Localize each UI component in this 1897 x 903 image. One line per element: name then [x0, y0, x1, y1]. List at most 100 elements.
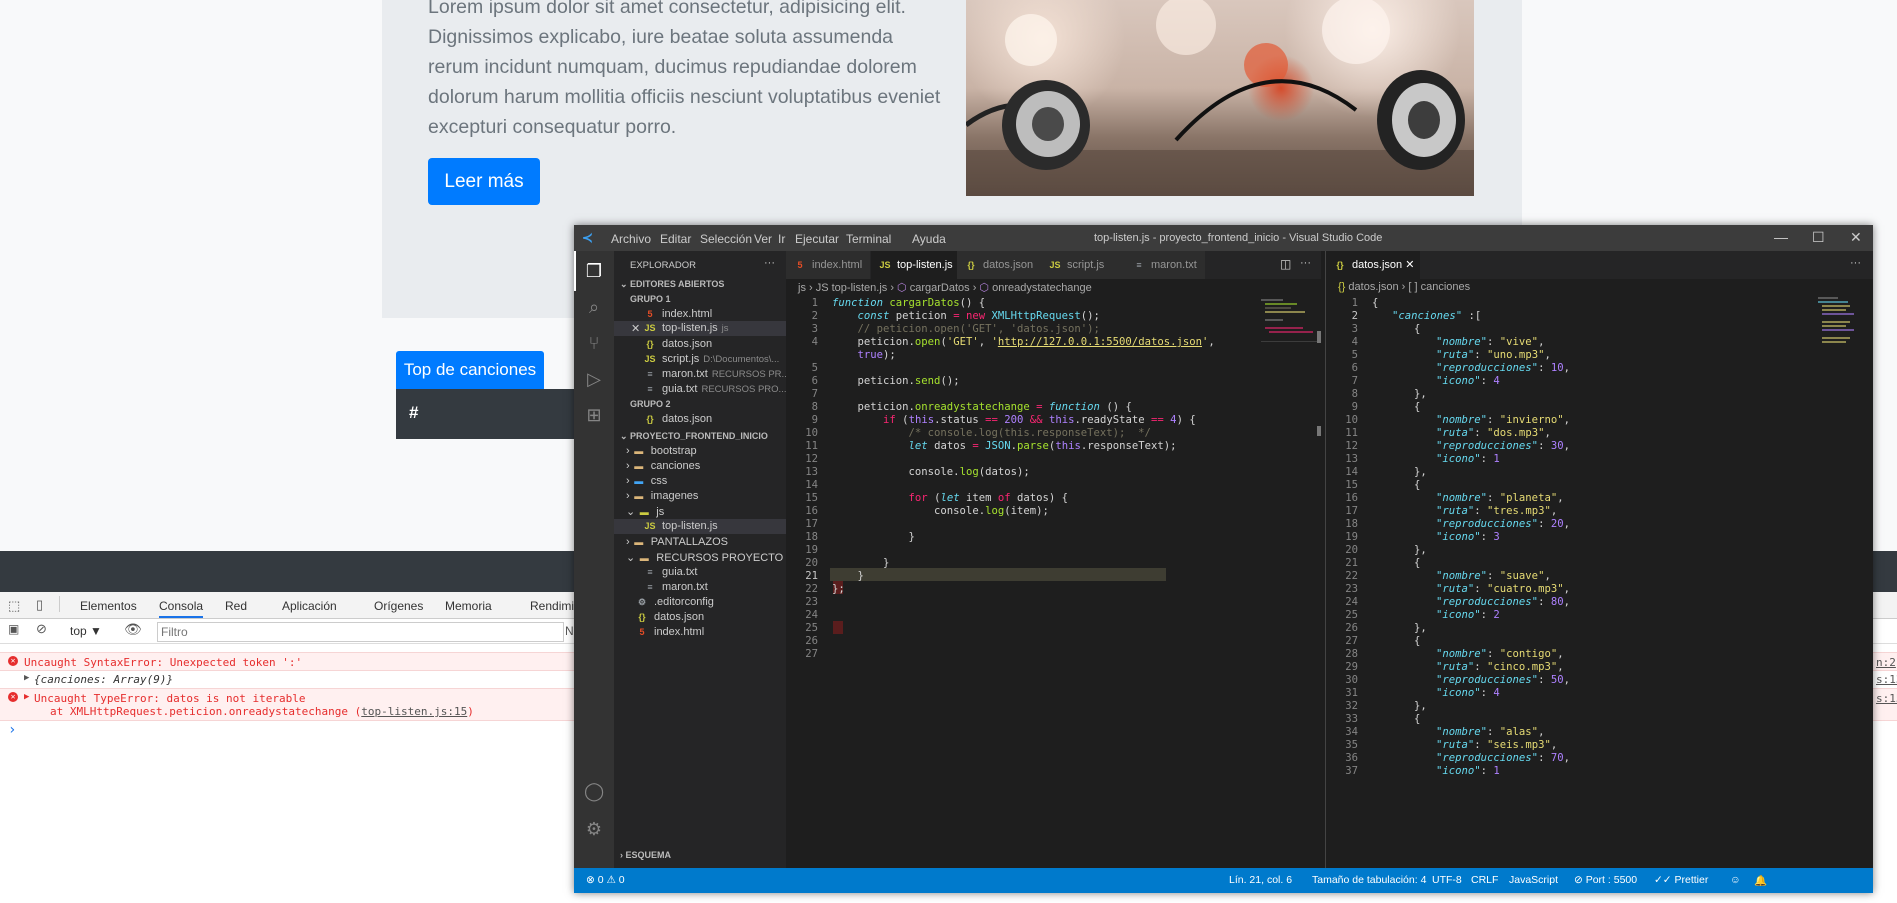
open-editors-header[interactable]: ⌄ EDITORES ABIERTOS	[620, 279, 724, 290]
maximize-icon[interactable]: ☐	[1812, 229, 1825, 246]
menu-ver[interactable]: Ver	[754, 232, 772, 246]
crumb[interactable]: cargarDatos	[910, 282, 970, 294]
run-debug-icon[interactable]: ▷	[584, 369, 604, 389]
open-editor-item[interactable]: {} datos.json	[644, 338, 712, 350]
outline-header[interactable]: › ESQUEMA	[620, 850, 671, 860]
split-editor-icon[interactable]: ◫	[1280, 257, 1291, 271]
crumb[interactable]: onreadystatechange	[992, 282, 1092, 294]
extensions-icon[interactable]: ⊞	[584, 405, 604, 425]
tab-memory[interactable]: Memoria	[445, 599, 492, 613]
error-source-link[interactable]: s:15	[1876, 692, 1897, 705]
tree-file[interactable]: ≡ guia.txt	[644, 566, 697, 578]
stack-source-link[interactable]: top-listen.js:15	[361, 705, 467, 718]
console-filter-input[interactable]	[157, 622, 564, 642]
open-editor-item[interactable]: 5 index.html	[644, 308, 712, 320]
line-ending[interactable]: CRLF	[1471, 874, 1498, 886]
menu-ejecutar[interactable]: Ejecutar	[795, 232, 839, 246]
code-editor[interactable]: 1 2 3 4 5 6 7 8 9 10 11 12 13 14 15 16 17 18 19 20 21 22 23 24 2…	[786, 297, 1266, 857]
open-editor-item[interactable]: {} datos.json	[644, 413, 712, 425]
sidebar-toggle-icon[interactable]: ▣	[8, 622, 19, 636]
expand-arrow-icon[interactable]: ▶	[24, 673, 29, 683]
project-header[interactable]: ⌄ PROYECTO_FRONTEND_INICIO	[620, 431, 768, 442]
tab-elements[interactable]: Elementos	[80, 599, 137, 613]
menu-editar[interactable]: Editar	[660, 232, 691, 246]
menu-seleccion[interactable]: Selección	[700, 232, 752, 246]
menu-ayuda[interactable]: Ayuda	[912, 232, 946, 246]
json-line: "canciones" :[	[1392, 310, 1482, 322]
folder-name: bootstrap	[650, 445, 697, 457]
prettier-status[interactable]: ✓✓ Prettier	[1654, 874, 1708, 886]
search-icon[interactable]: ⌕	[584, 297, 604, 317]
read-more-button[interactable]: Leer más	[428, 158, 540, 205]
expand-arrow-icon[interactable]: ▶	[24, 692, 29, 702]
json-editor[interactable]: 1 {2 "canciones" :[3 {4 "nombre": "vive", 5 "r…	[1326, 297, 1796, 857]
tree-folder[interactable]: › ▬ PANTALLAZOS	[626, 536, 728, 548]
menu-terminal[interactable]: Terminal	[846, 232, 891, 246]
live-server-port[interactable]: ⊘ Port : 5500	[1574, 874, 1637, 886]
tree-file[interactable]: ⚙ .editorconfig	[636, 596, 714, 608]
crumb[interactable]: js	[798, 282, 806, 294]
clear-console-icon[interactable]: ⊘	[36, 621, 47, 637]
error-source-link[interactable]: n:2	[1876, 656, 1896, 669]
tab-datos-json[interactable]: {} datos.json ✕	[1326, 251, 1421, 279]
menu-ir[interactable]: Ir	[778, 232, 785, 246]
tab-sources[interactable]: Orígenes	[374, 599, 423, 613]
open-editor-item[interactable]: ≡ maron.txt RECURSOS PR...	[644, 368, 789, 380]
scrollbar-thumb[interactable]	[1317, 331, 1321, 343]
top-songs-button[interactable]: Top de canciones	[396, 351, 544, 389]
tree-file[interactable]: ≡ maron.txt	[644, 581, 708, 593]
tree-folder[interactable]: › ▬ imagenes	[626, 490, 698, 502]
inspect-icon[interactable]: ⬚	[8, 598, 20, 614]
open-editor-item[interactable]: JS script.js D:\Documentos\...	[644, 353, 779, 365]
account-icon[interactable]: ◯	[584, 781, 604, 801]
json-file-icon: {}	[638, 612, 646, 622]
tab-application[interactable]: Aplicación	[282, 599, 337, 613]
log-source-link[interactable]: s:13	[1876, 673, 1897, 686]
tree-folder[interactable]: › ▬ canciones	[626, 460, 700, 472]
crumb[interactable]: [ ] canciones	[1408, 281, 1470, 293]
tab-index-html[interactable]: 5 index.html	[786, 251, 871, 279]
tab-datos-json[interactable]: {} datos.json	[957, 251, 1042, 279]
notifications-icon[interactable]: 🔔	[1754, 874, 1767, 887]
source-control-icon[interactable]: ⑂	[584, 333, 604, 353]
tree-folder[interactable]: › ▬ css	[626, 475, 667, 487]
tab-console[interactable]: Consola	[159, 599, 204, 618]
open-editor-item[interactable]: ≡ guia.txt RECURSOS PRO...	[644, 383, 786, 395]
close-icon[interactable]: ✕	[1850, 229, 1862, 246]
close-editor-icon[interactable]: ✕	[631, 322, 640, 335]
tab-maron-txt[interactable]: ≡ maron.txt	[1125, 251, 1206, 279]
tree-folder-open[interactable]: ⌄ ▬ RECURSOS PROYECTO	[626, 551, 783, 564]
tree-folder[interactable]: › ▬ bootstrap	[626, 445, 697, 457]
minimize-icon[interactable]: —	[1774, 229, 1788, 245]
tab-top-listen-js[interactable]: JStop-listen.js ✕	[871, 251, 965, 279]
crumb[interactable]: datos.json	[1348, 281, 1398, 293]
language-mode[interactable]: JavaScript	[1509, 874, 1558, 886]
log-object[interactable]: {canciones: Array(9)}	[34, 673, 173, 686]
tab-size[interactable]: Tamaño de tabulación: 4	[1312, 874, 1426, 886]
device-toggle-icon[interactable]: ▯	[36, 597, 43, 613]
tree-file[interactable]: 5 index.html	[636, 626, 704, 638]
tab-performance[interactable]: Rendimi	[530, 599, 574, 613]
eye-icon[interactable]: 👁	[124, 621, 142, 638]
line-number: 12	[1345, 440, 1358, 452]
tree-folder-open[interactable]: ⌄ ▬ js	[626, 505, 664, 518]
more-actions-icon[interactable]: ···	[1850, 257, 1861, 269]
tree-file[interactable]: {} datos.json	[636, 611, 704, 623]
close-tab-icon[interactable]: ✕	[1405, 259, 1414, 271]
context-select[interactable]: top ▼	[70, 624, 102, 638]
line-number: 16	[805, 505, 818, 517]
menu-archivo[interactable]: Archivo	[611, 232, 651, 246]
more-actions-icon[interactable]: ···	[1300, 257, 1311, 269]
encoding[interactable]: UTF-8	[1432, 874, 1462, 886]
tab-script-js[interactable]: JS script.js	[1041, 251, 1126, 279]
explorer-more-icon[interactable]: ···	[764, 257, 775, 269]
open-editor-item-active[interactable]: ✕ JS top-listen.js js	[614, 321, 786, 336]
tree-file-active[interactable]: JS top-listen.js	[614, 519, 786, 534]
crumb[interactable]: JS top-listen.js	[816, 282, 888, 294]
tab-network[interactable]: Red	[225, 599, 247, 613]
problems-indicator[interactable]: ⊗ 0 ⚠ 0	[586, 874, 625, 886]
explorer-icon[interactable]: ❐	[584, 261, 604, 281]
cursor-position[interactable]: Lín. 21, col. 6	[1229, 874, 1292, 886]
feedback-icon[interactable]: ☺	[1730, 874, 1741, 886]
settings-gear-icon[interactable]: ⚙	[584, 819, 604, 839]
